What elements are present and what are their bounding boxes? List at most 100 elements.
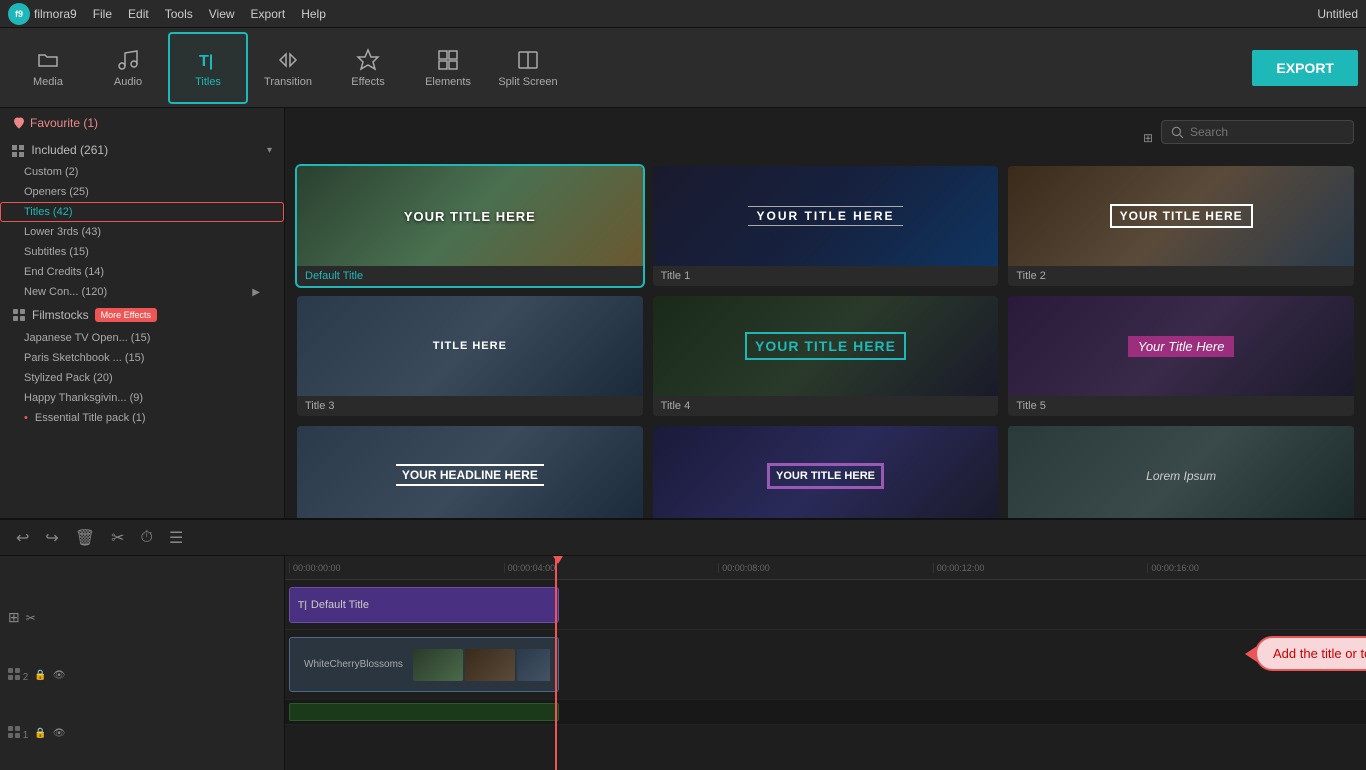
filmstocks-icon bbox=[12, 308, 26, 322]
sidebar-favourite[interactable]: Favourite (1) bbox=[0, 108, 284, 138]
title-thumb-3: TITLE HERE bbox=[297, 296, 643, 396]
track-1-row: WhiteCherryBlossoms bbox=[285, 630, 1366, 700]
title-icon: T| bbox=[196, 48, 220, 72]
sidebar-new-content[interactable]: New Con... (120) ▶ bbox=[0, 282, 284, 302]
toolbar-split-screen-btn[interactable]: Split Screen bbox=[488, 32, 568, 104]
sidebar-paris-sketchbook[interactable]: Paris Sketchbook ... (15) bbox=[0, 348, 284, 368]
app-name: filmora9 bbox=[34, 7, 77, 21]
titles-grid: YOUR TITLE HERE Default Title YOUR TITLE… bbox=[297, 166, 1354, 518]
toolbar-effects-label: Effects bbox=[351, 76, 384, 88]
track-2-lock-icon[interactable]: 🔒 bbox=[34, 670, 46, 681]
menu-file[interactable]: File bbox=[93, 7, 112, 21]
timeline-ruler: 00:00:00:00 00:00:04:00 00:00:08:00 00:0… bbox=[285, 556, 1366, 580]
menu-tools[interactable]: Tools bbox=[165, 7, 193, 21]
ruler-mark-2: 00:00:08:00 bbox=[718, 563, 933, 573]
toolbar-audio-label: Audio bbox=[114, 76, 142, 88]
title-card-4[interactable]: YOUR TITLE HERE Title 4 bbox=[653, 296, 999, 416]
track-2-row: T| Default Title bbox=[285, 580, 1366, 630]
menu-view[interactable]: View bbox=[209, 7, 235, 21]
thumb-text-2: YOUR TITLE HERE bbox=[1110, 204, 1253, 228]
thumb-text-5: Your Title Here bbox=[1128, 336, 1235, 357]
toolbar: Media Audio T| Titles Transition Effects… bbox=[0, 28, 1366, 108]
included-chevron: ▾ bbox=[267, 145, 272, 156]
toolbar-media-btn[interactable]: Media bbox=[8, 32, 88, 104]
ruler-marks: 00:00:00:00 00:00:04:00 00:00:08:00 00:0… bbox=[285, 563, 1366, 573]
title-card-7[interactable]: YOUR TITLE HERE bbox=[653, 426, 999, 518]
toolbar-titles-btn[interactable]: T| Titles bbox=[168, 32, 248, 104]
sidebar-subtitles[interactable]: Subtitles (15) bbox=[0, 242, 284, 262]
redo-button[interactable]: ↪ bbox=[41, 524, 62, 552]
more-effects-badge[interactable]: More Effects bbox=[95, 308, 157, 322]
track-2-grid-icon bbox=[8, 668, 20, 680]
title-thumb-4: YOUR TITLE HERE bbox=[653, 296, 999, 396]
menu-help[interactable]: Help bbox=[301, 7, 326, 21]
tooltip-arrow bbox=[1245, 646, 1257, 662]
sidebar-japanese-tv[interactable]: Japanese TV Open... (15) bbox=[0, 328, 284, 348]
title-card-5[interactable]: Your Title Here Title 5 bbox=[1008, 296, 1354, 416]
thumb-text-1: YOUR TITLE HERE bbox=[748, 206, 902, 226]
search-input[interactable] bbox=[1190, 125, 1345, 139]
grid-view-icon[interactable]: ⊞ bbox=[1143, 131, 1153, 145]
tooltip-text: Add the title or text to the track above bbox=[1273, 646, 1366, 661]
export-button[interactable]: EXPORT bbox=[1252, 50, 1358, 86]
ruler-mark-3: 00:00:12:00 bbox=[933, 563, 1148, 573]
menu-edit[interactable]: Edit bbox=[128, 7, 149, 21]
sidebar-openers[interactable]: Openers (25) bbox=[0, 182, 284, 202]
window-title: Untitled bbox=[1317, 7, 1358, 21]
title-thumb-6: YOUR HEADLINE HERE bbox=[297, 426, 643, 518]
sidebar-lower3rds[interactable]: Lower 3rds (43) bbox=[0, 222, 284, 242]
timeline: ↩ ↪ 🗑 ✂ ⏱ ☰ ⊞ ✂ 2 🔒 👁 bbox=[0, 518, 1366, 768]
sidebar-custom[interactable]: Custom (2) bbox=[0, 162, 284, 182]
clip-title-icon: T| bbox=[298, 600, 307, 611]
title-card-6[interactable]: YOUR HEADLINE HERE bbox=[297, 426, 643, 518]
search-icon bbox=[1170, 125, 1184, 139]
timeline-toolbar: ↩ ↪ 🗑 ✂ ⏱ ☰ bbox=[0, 520, 1366, 556]
title-label-2: Title 2 bbox=[1008, 266, 1354, 286]
title-card-2[interactable]: YOUR TITLE HERE Title 2 bbox=[1008, 166, 1354, 286]
sidebar-thanksgiving[interactable]: Happy Thanksgivin... (9) bbox=[0, 388, 284, 408]
title-card-8[interactable]: Lorem Ipsum bbox=[1008, 426, 1354, 518]
sidebar-included-header[interactable]: Included (261) ▾ bbox=[0, 138, 284, 162]
tracks-area: T| Default Title WhiteCherryBlossoms bbox=[285, 580, 1366, 770]
cut-button[interactable]: ✂ bbox=[107, 524, 128, 552]
timeline-tracks: 00:00:00:00 00:00:04:00 00:00:08:00 00:0… bbox=[285, 556, 1366, 770]
sidebar-essential-title[interactable]: Essential Title pack (1) bbox=[0, 408, 284, 428]
track-1-eye-icon[interactable]: 👁 bbox=[53, 728, 66, 739]
title-card-default[interactable]: YOUR TITLE HERE Default Title bbox=[297, 166, 643, 286]
title-label-1: Title 1 bbox=[653, 266, 999, 286]
add-track-button[interactable]: ⊞ bbox=[8, 609, 20, 626]
content-top-bar: ⊞ bbox=[297, 120, 1354, 156]
title-clip[interactable]: T| Default Title bbox=[289, 587, 559, 623]
toolbar-media-label: Media bbox=[33, 76, 63, 88]
audio-clip[interactable] bbox=[289, 703, 559, 721]
menu-export[interactable]: Export bbox=[251, 7, 286, 21]
thumb-text-4: YOUR TITLE HERE bbox=[745, 332, 906, 360]
folder-icon bbox=[36, 48, 60, 72]
track-2-eye-icon[interactable]: 👁 bbox=[53, 670, 66, 681]
sidebar-end-credits[interactable]: End Credits (14) bbox=[0, 262, 284, 282]
clip-title-label: Default Title bbox=[311, 599, 369, 611]
toolbar-elements-btn[interactable]: Elements bbox=[408, 32, 488, 104]
logo-icon: f9 bbox=[8, 3, 30, 25]
title-card-1[interactable]: YOUR TITLE HERE Title 1 bbox=[653, 166, 999, 286]
new-content-arrow: ▶ bbox=[252, 287, 260, 298]
toolbar-effects-btn[interactable]: Effects bbox=[328, 32, 408, 104]
video-clip[interactable]: WhiteCherryBlossoms bbox=[289, 637, 559, 692]
delete-button[interactable]: 🗑 bbox=[71, 524, 99, 552]
sidebar-titles[interactable]: Titles (42) bbox=[0, 202, 284, 222]
history-button[interactable]: ⏱ bbox=[137, 525, 157, 551]
playhead-top bbox=[553, 556, 563, 564]
settings-button[interactable]: ☰ bbox=[165, 524, 187, 552]
thumb-text-6: YOUR HEADLINE HERE bbox=[396, 464, 544, 486]
thumb-text-8: Lorem Ipsum bbox=[1146, 469, 1216, 483]
sidebar-stylized-pack[interactable]: Stylized Pack (20) bbox=[0, 368, 284, 388]
track-2-label: 2 bbox=[8, 668, 28, 683]
track-1-lock-icon[interactable]: 🔒 bbox=[34, 728, 46, 739]
toolbar-audio-btn[interactable]: Audio bbox=[88, 32, 168, 104]
toolbar-transition-btn[interactable]: Transition bbox=[248, 32, 328, 104]
app-logo: f9 filmora9 bbox=[8, 3, 77, 25]
title-card-3[interactable]: TITLE HERE Title 3 bbox=[297, 296, 643, 416]
grid-options: ⊞ bbox=[1143, 131, 1153, 145]
sidebar-filmstocks[interactable]: Filmstocks More Effects bbox=[0, 302, 284, 328]
undo-button[interactable]: ↩ bbox=[12, 524, 33, 552]
